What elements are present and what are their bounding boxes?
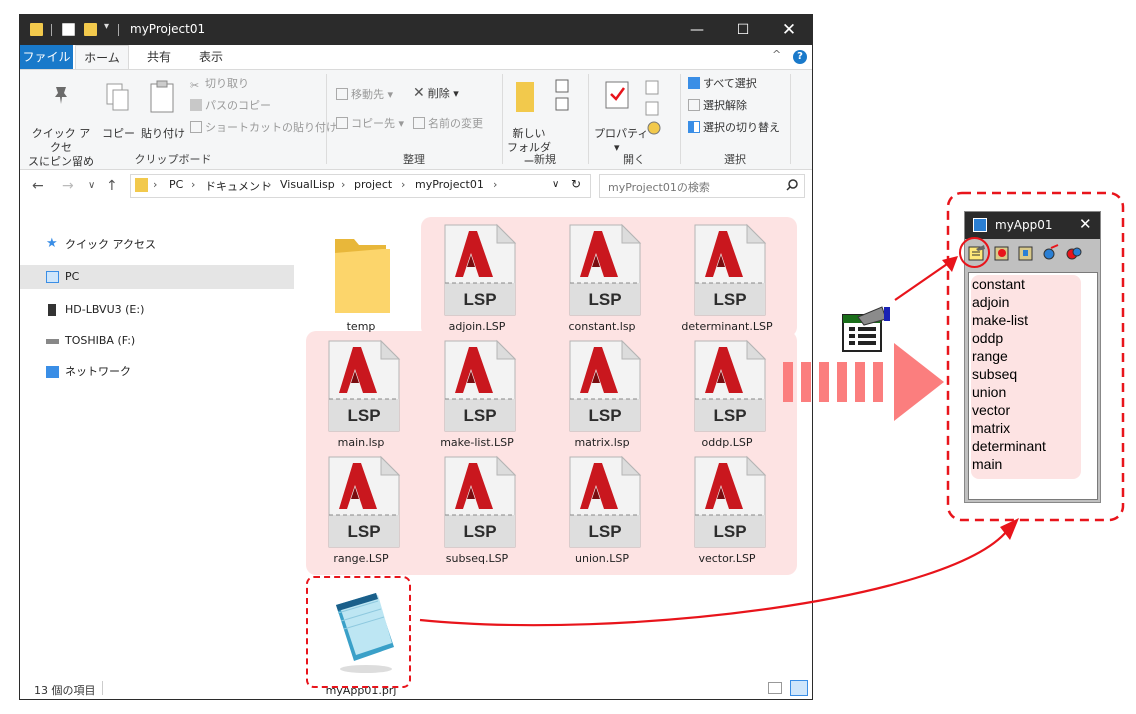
project-list-item[interactable]: subseq — [972, 365, 1017, 383]
icon-link-arrow — [894, 261, 951, 301]
project-list-item[interactable]: range — [972, 347, 1008, 365]
load-source-icon[interactable] — [1017, 244, 1035, 262]
project-list-item[interactable]: adjoin — [972, 293, 1009, 311]
project-list-item[interactable]: determinant — [972, 437, 1046, 455]
properties-icon-highlight — [959, 237, 990, 268]
prj-link-arrow — [419, 526, 1011, 627]
check-selection-icon[interactable] — [1041, 244, 1059, 262]
project-window-close-icon[interactable]: ✕ — [1079, 215, 1092, 233]
project-list-item[interactable]: constant — [972, 275, 1025, 293]
project-list-item[interactable]: make-list — [972, 311, 1028, 329]
project-list-item[interactable]: vector — [972, 401, 1010, 419]
build-icon[interactable] — [1065, 244, 1083, 262]
project-list-item[interactable]: main — [972, 455, 1002, 473]
load-project-icon — [842, 306, 890, 352]
project-window: myApp01 ✕ constant adjoin make-list oddp ran… — [959, 211, 1101, 503]
project-file-list[interactable]: constant adjoin make-list oddp range subseq un… — [968, 272, 1098, 500]
project-window-title: myApp01 — [995, 218, 1053, 232]
project-list-item[interactable]: matrix — [972, 419, 1010, 437]
project-window-titlebar: myApp01 ✕ — [965, 212, 1100, 239]
project-list-item[interactable]: oddp — [972, 329, 1003, 347]
project-window-icon — [973, 218, 987, 232]
project-list-item[interactable]: union — [972, 383, 1006, 401]
load-files-icon[interactable] — [993, 244, 1011, 262]
